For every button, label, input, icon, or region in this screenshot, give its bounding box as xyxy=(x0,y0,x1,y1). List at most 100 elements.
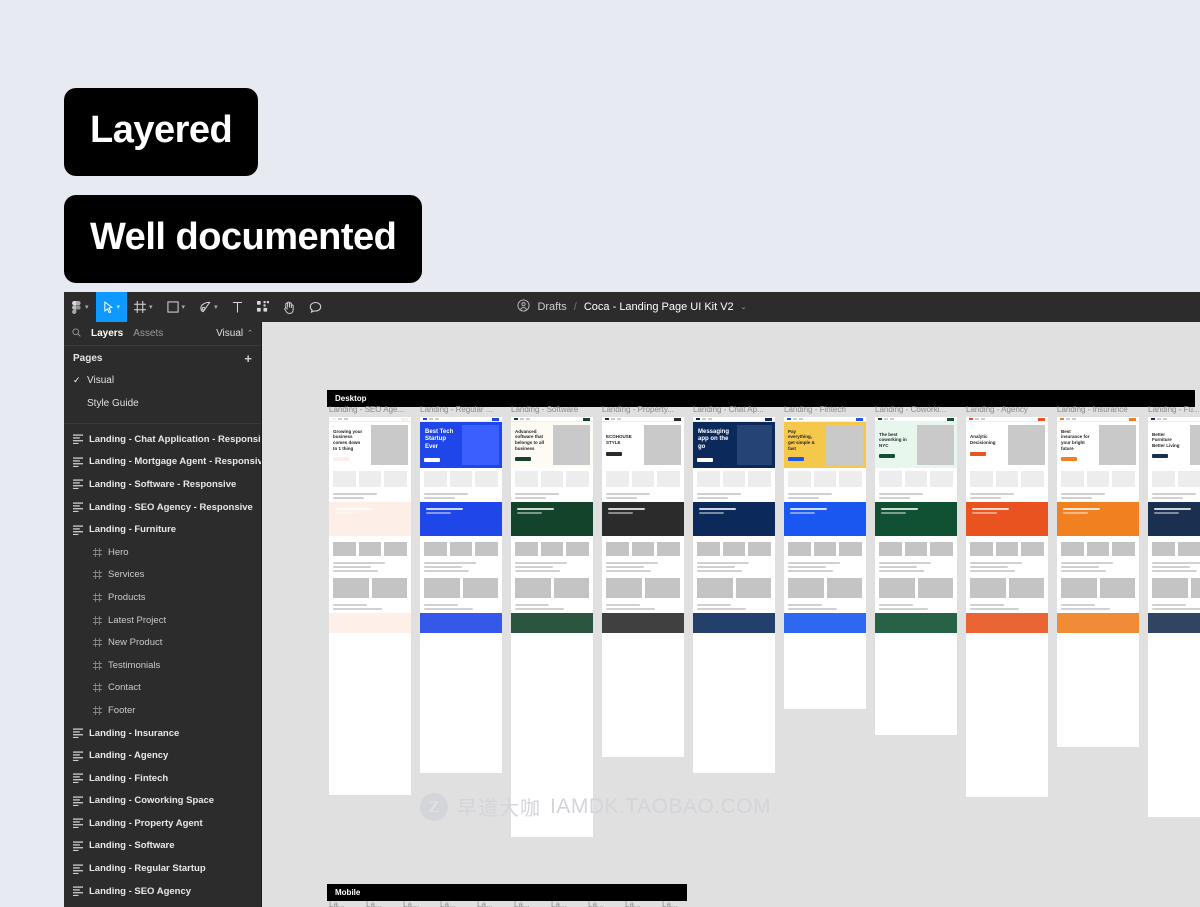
layer-item[interactable]: Contact xyxy=(64,677,261,700)
breadcrumb-drafts[interactable]: Drafts xyxy=(537,301,566,313)
layer-label: Footer xyxy=(108,705,135,716)
section-icon xyxy=(73,751,89,761)
frame-label[interactable]: La... xyxy=(440,900,471,907)
layer-item[interactable]: Products xyxy=(64,586,261,609)
thumb-hero: Pay everything, get simple & fast xyxy=(784,422,866,468)
frame-icon xyxy=(93,661,108,670)
thumb-gallery xyxy=(693,539,775,559)
frame-label[interactable]: La... xyxy=(514,900,545,907)
thumb-band xyxy=(1057,502,1139,536)
thumb-hero: Best Tech Startup Ever xyxy=(420,422,502,468)
components-icon[interactable] xyxy=(250,292,276,322)
thumb-section xyxy=(515,493,589,499)
layer-item[interactable]: Landing - Fintech xyxy=(64,767,261,790)
frame-label[interactable]: La... xyxy=(403,900,434,907)
layer-item[interactable]: Testimonials xyxy=(64,654,261,677)
frame-label[interactable]: Landing - Coworki... xyxy=(875,405,961,414)
frame-label[interactable]: La... xyxy=(477,900,508,907)
page-selector[interactable]: Visual ⌃ xyxy=(216,328,253,339)
desktop-frame[interactable]: Pay everything, get simple & fast xyxy=(784,417,866,709)
layer-item[interactable]: Landing - Software - Responsive xyxy=(64,473,261,496)
layer-item[interactable]: Landing - Property Agent xyxy=(64,812,261,835)
page-item-visual[interactable]: ✓ Visual xyxy=(64,369,261,392)
layer-item[interactable]: New Product xyxy=(64,631,261,654)
layer-item[interactable]: Landing - Software xyxy=(64,835,261,858)
layer-item[interactable]: Landing - Chat Application - Responsive xyxy=(64,428,261,451)
frame-label[interactable]: Landing - Agency xyxy=(966,405,1052,414)
frame-label[interactable]: Landing - Fu... xyxy=(1148,405,1200,414)
desktop-frame[interactable]: Best insurance for your bright future xyxy=(1057,417,1139,747)
search-icon[interactable] xyxy=(72,328,81,340)
text-icon[interactable] xyxy=(225,292,250,322)
frame-label[interactable]: La... xyxy=(588,900,619,907)
frame-label[interactable]: Landing - Property... xyxy=(602,405,688,414)
section-icon xyxy=(73,841,89,851)
desktop-frame[interactable]: Growing your business comes down to 1 th… xyxy=(329,417,411,795)
desktop-frame[interactable]: ECOHOUSE STYLE xyxy=(602,417,684,757)
thumb-hero: ECOHOUSE STYLE xyxy=(602,422,684,468)
layer-item[interactable]: Hero xyxy=(64,541,261,564)
thumb-section xyxy=(879,493,953,499)
layer-label: New Product xyxy=(108,637,162,648)
page-item-style-guide[interactable]: Style Guide xyxy=(64,392,261,415)
layer-item[interactable]: Footer xyxy=(64,699,261,722)
desktop-frame[interactable]: Messaging app on the go xyxy=(693,417,775,773)
thumb-features xyxy=(784,468,866,490)
frame-label[interactable]: La... xyxy=(366,900,397,907)
hand-icon[interactable] xyxy=(276,292,302,322)
shape-rectangle-icon[interactable]: ▾ xyxy=(160,292,193,322)
section-label-mobile[interactable]: Mobile xyxy=(327,884,687,901)
figma-logo-icon[interactable]: ▾ xyxy=(64,292,96,322)
thumb-heading: Pay everything, get simple & fast xyxy=(784,426,823,455)
layer-item[interactable]: Landing - Mortgage Agent - Responsive xyxy=(64,451,261,474)
thumb-features xyxy=(420,468,502,490)
account-avatar-icon[interactable] xyxy=(517,299,530,315)
layer-label: Landing - Mortgage Agent - Responsive xyxy=(89,456,261,467)
thumb-gallery xyxy=(875,539,957,559)
frame-label[interactable]: La... xyxy=(625,900,656,907)
frame-label[interactable]: Landing - Regular ... xyxy=(420,405,506,414)
layer-item[interactable]: Latest Project xyxy=(64,609,261,632)
comment-icon[interactable] xyxy=(302,292,329,322)
desktop-frame[interactable]: Better Furniture Better Living xyxy=(1148,417,1200,817)
layer-item[interactable]: Landing - Coworking Space xyxy=(64,790,261,813)
frame-label[interactable]: La... xyxy=(551,900,582,907)
frame-label[interactable]: La... xyxy=(329,900,360,907)
frame-label[interactable]: Landing - Software xyxy=(511,405,597,414)
frame-label[interactable]: Landing - Insurance xyxy=(1057,405,1143,414)
layer-item[interactable]: Landing - Agency xyxy=(64,744,261,767)
badge-well-documented: Well documented xyxy=(64,195,422,283)
frame-label[interactable]: Landing - Chat Ap... xyxy=(693,405,779,414)
layer-item[interactable]: Landing - Regular Startup xyxy=(64,857,261,880)
section-icon xyxy=(73,773,89,783)
layer-item[interactable]: Landing - SEO Agency xyxy=(64,880,261,903)
file-menu-chevron-down-icon[interactable]: ⌄ xyxy=(741,304,747,311)
layer-item[interactable]: Services xyxy=(64,564,261,587)
frame-label[interactable]: Landing - Fintech xyxy=(784,405,870,414)
move-cursor-icon[interactable]: ▾ xyxy=(96,292,128,322)
layer-label: Testimonials xyxy=(108,660,160,671)
watermark-logo-icon: Z xyxy=(420,793,448,821)
tab-layers[interactable]: Layers xyxy=(91,328,123,339)
layer-label: Latest Project xyxy=(108,615,166,626)
frame-label[interactable]: La... xyxy=(662,900,693,907)
desktop-frame[interactable]: Advanced software that belongs to all bu… xyxy=(511,417,593,837)
divider xyxy=(64,423,261,424)
tab-assets[interactable]: Assets xyxy=(133,328,163,339)
desktop-frame[interactable]: Analytic Decisioning xyxy=(966,417,1048,797)
thumb-gallery xyxy=(602,539,684,559)
frame-label[interactable]: Landing - SEO Age... xyxy=(329,405,415,414)
desktop-frame[interactable]: Best Tech Startup Ever xyxy=(420,417,502,773)
thumb-band xyxy=(784,502,866,536)
page-label: Visual xyxy=(87,375,114,386)
layer-item[interactable]: Landing - Furniture xyxy=(64,518,261,541)
plus-icon[interactable]: + xyxy=(244,352,252,365)
frame-icon[interactable]: ▾ xyxy=(127,292,160,322)
breadcrumb-file-name[interactable]: Coca - Landing Page UI Kit V2 xyxy=(584,301,734,313)
layer-label: Landing - Software xyxy=(89,840,175,851)
layer-item[interactable]: Landing - Insurance xyxy=(64,722,261,745)
badge-layered: Layered xyxy=(64,88,258,176)
layer-item[interactable]: Landing - SEO Agency - Responsive xyxy=(64,496,261,519)
desktop-frame[interactable]: The best coworking in NYC xyxy=(875,417,957,735)
pen-icon[interactable]: ▾ xyxy=(192,292,225,322)
